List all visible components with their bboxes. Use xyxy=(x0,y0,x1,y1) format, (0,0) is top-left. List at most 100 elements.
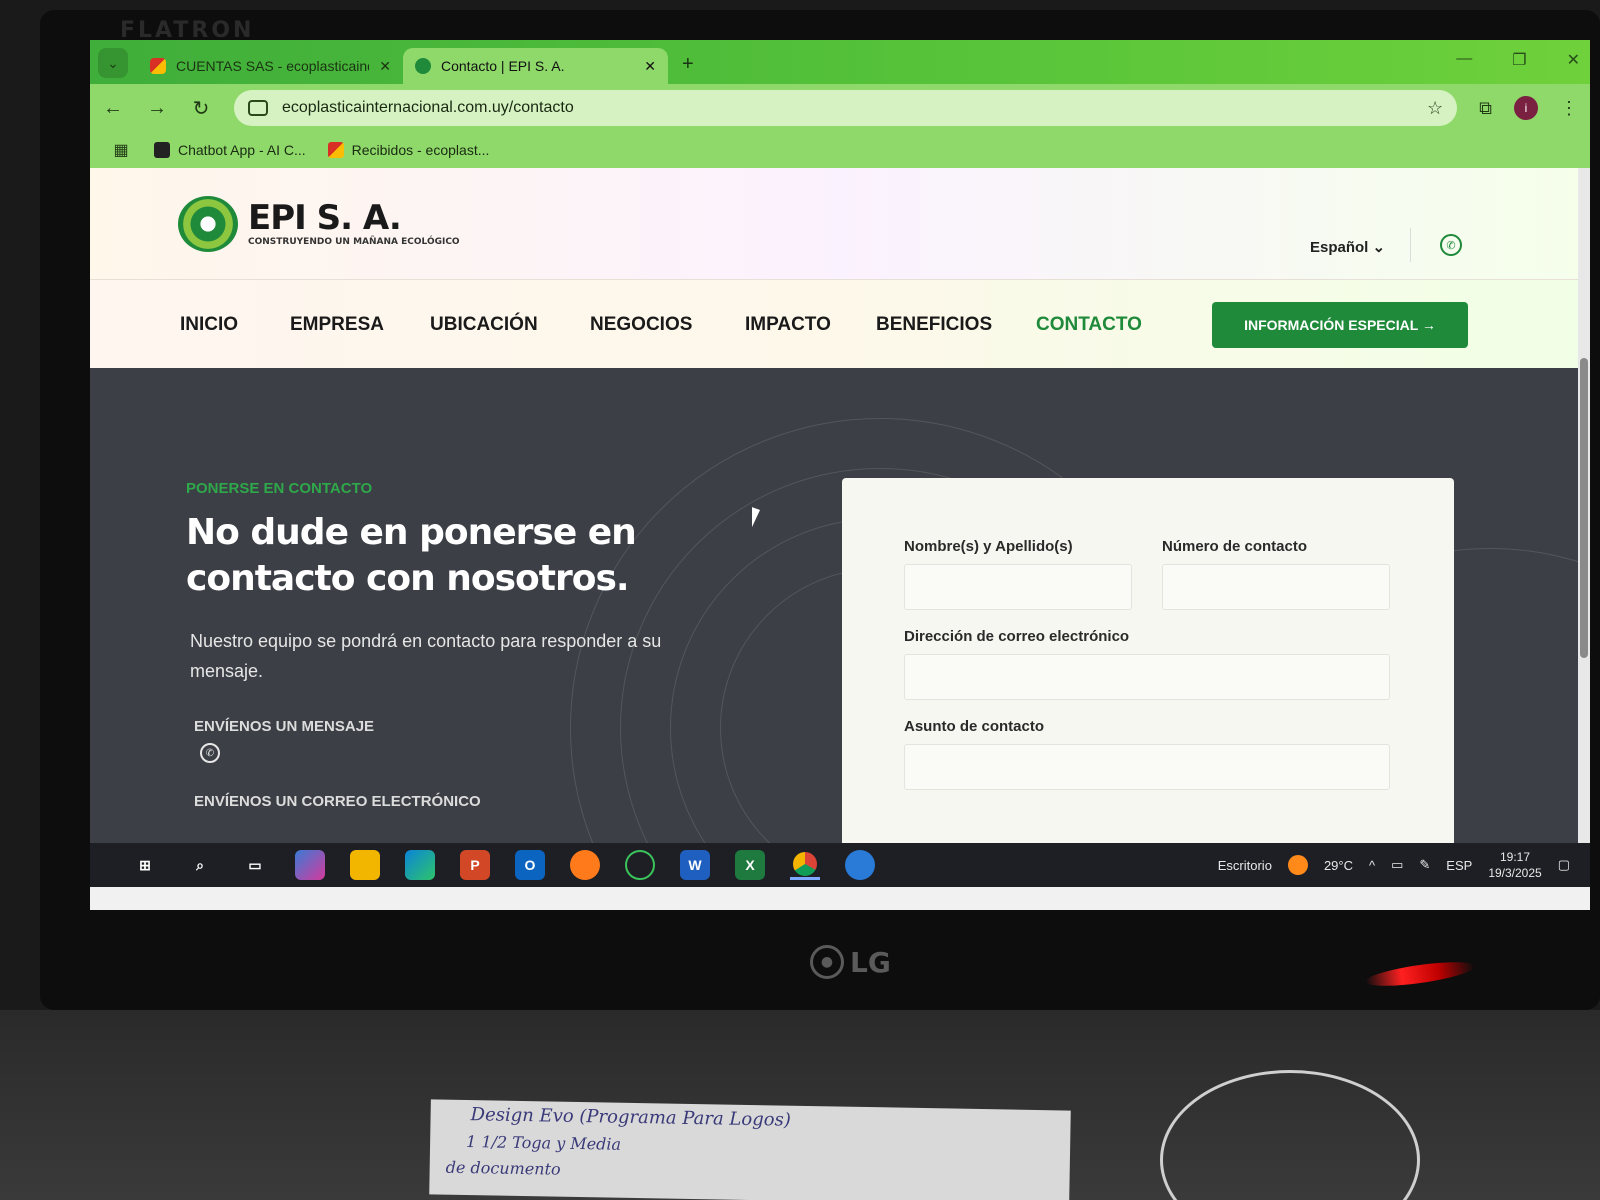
clock-time: 19:17 xyxy=(1499,850,1531,864)
tray-chevron-icon[interactable]: ^ xyxy=(1369,858,1375,873)
language-selector[interactable]: Español ⌄ xyxy=(1310,238,1385,256)
firefox-icon[interactable] xyxy=(570,850,600,880)
edge-icon[interactable] xyxy=(405,850,435,880)
email-field-label: Dirección de correo electrónico xyxy=(904,628,1130,645)
subject-field[interactable] xyxy=(904,744,1390,790)
header-divider xyxy=(1410,228,1411,262)
powerpoint-icon[interactable]: P xyxy=(460,850,490,880)
pen-icon[interactable]: ✎ xyxy=(1419,857,1430,873)
copilot-icon[interactable] xyxy=(295,850,325,880)
excel-icon[interactable]: X xyxy=(735,850,765,880)
gmail-icon xyxy=(327,142,344,158)
tab-title: CUENTAS SAS - ecoplasticaind xyxy=(176,58,370,74)
temperature[interactable]: 29°C xyxy=(1324,858,1353,873)
subject-label: Asunto de contacto xyxy=(904,718,1045,735)
weather-icon[interactable] xyxy=(1287,855,1308,875)
restore-icon[interactable]: ❐ xyxy=(1512,50,1526,70)
desktop-toolbar[interactable]: Escritorio xyxy=(1218,858,1272,873)
input-language[interactable]: ESP xyxy=(1446,858,1472,873)
nav-impacto[interactable]: IMPACTO xyxy=(745,314,831,336)
clock-date: 19/3/2025 xyxy=(1488,866,1542,880)
file-explorer-icon[interactable] xyxy=(350,850,380,880)
bookmark-recibidos[interactable]: Recibidos - ecoplast... xyxy=(327,142,489,158)
network-icon[interactable]: ▭ xyxy=(1391,857,1403,873)
name-label: Nombre(s) y Apellido(s) xyxy=(904,538,1073,555)
hero-heading: No dude en ponerse en contacto con nosot… xyxy=(186,512,637,599)
apps-grid-icon[interactable]: ▦ xyxy=(110,140,132,160)
nav-beneficios[interactable]: BENEFICIOS xyxy=(876,314,992,336)
lg-text: LG xyxy=(850,945,891,979)
app-icon[interactable] xyxy=(845,850,875,880)
gmail-icon xyxy=(150,58,166,74)
screen: ⌄ CUENTAS SAS - ecoplasticaind ✕ Contact… xyxy=(90,40,1590,910)
minimize-icon[interactable]: — xyxy=(1456,50,1472,70)
tab-title: Contacto | EPI S. A. xyxy=(441,58,565,74)
scroll-thumb[interactable] xyxy=(1580,358,1588,658)
phone-label: Número de contacto xyxy=(1162,538,1308,555)
chatbot-icon xyxy=(154,142,170,158)
new-tab-button[interactable]: + xyxy=(668,53,708,84)
bookmarks-bar: ▦ Chatbot App - AI C... Recibidos - ecop… xyxy=(90,132,1590,168)
windows-taskbar: ⊞ ⌕ ▭ P O W X Escritorio 29°C ^ ▭ ✎ ESP … xyxy=(90,843,1590,887)
message-label: ENVÍENOS UN MENSAJE xyxy=(194,718,375,735)
bookmark-star-icon[interactable]: ☆ xyxy=(1427,98,1443,119)
app-icon[interactable] xyxy=(625,850,655,880)
url-text[interactable]: ecoplasticainternacional.com.uy/contacto xyxy=(282,99,1413,117)
clock[interactable]: 19:17 19/3/2025 xyxy=(1488,849,1541,881)
web-page: EPI S. A. CONSTRUYENDO UN MAÑANA ECOLÓGI… xyxy=(90,168,1590,843)
close-icon[interactable]: ✕ xyxy=(379,58,391,75)
windows-start-icon[interactable]: ⊞ xyxy=(130,850,160,880)
hero-lead: Nuestro equipo se pondrá en contacto par… xyxy=(190,631,662,681)
nav-contacto[interactable]: CONTACTO xyxy=(1036,314,1142,336)
note-line-2: 1 1/2 Toga y Media xyxy=(465,1132,622,1154)
menu-icon[interactable]: ⋮ xyxy=(1560,98,1578,119)
back-icon[interactable]: ← xyxy=(102,97,124,120)
contact-form: Nombre(s) y Apellido(s) Número de contac… xyxy=(842,478,1454,843)
close-icon[interactable]: ✕ xyxy=(644,58,656,75)
outlook-icon[interactable]: O xyxy=(515,850,545,880)
name-field[interactable] xyxy=(904,564,1132,610)
tab-contacto[interactable]: Contacto | EPI S. A. ✕ xyxy=(403,48,668,84)
tab-cuentas[interactable]: CUENTAS SAS - ecoplasticaind ✕ xyxy=(138,48,403,84)
email-field[interactable] xyxy=(904,654,1390,700)
nav-empresa[interactable]: EMPRESA xyxy=(290,314,384,336)
page-scrollbar[interactable] xyxy=(1578,168,1590,843)
hero-kicker: PONERSE EN CONTACTO xyxy=(186,480,373,497)
tab-search-button[interactable]: ⌄ xyxy=(98,48,128,78)
chrome-icon[interactable] xyxy=(790,850,820,880)
site-logo[interactable]: EPI S. A. CONSTRUYENDO UN MAÑANA ECOLÓGI… xyxy=(178,196,460,252)
epi-favicon-icon xyxy=(415,58,431,74)
desk-note: Design Evo (Programa Para Logos) 1 1/2 T… xyxy=(429,1099,1071,1200)
notifications-icon[interactable]: ▢ xyxy=(1558,857,1570,873)
phone-field[interactable] xyxy=(1162,564,1390,610)
word-icon[interactable]: W xyxy=(680,850,710,880)
browser-toolbar: ← → ↻ ecoplasticainternacional.com.uy/co… xyxy=(90,84,1590,132)
address-bar[interactable]: ecoplasticainternacional.com.uy/contacto… xyxy=(234,90,1458,126)
logo-name: EPI S. A. xyxy=(248,198,402,238)
nav-inicio[interactable]: INICIO xyxy=(180,314,238,336)
bookmark-label: Chatbot App - AI C... xyxy=(178,142,306,158)
close-window-icon[interactable]: ✕ xyxy=(1567,50,1580,70)
whatsapp-icon[interactable]: ✆ xyxy=(1440,234,1462,256)
reload-icon[interactable]: ↻ xyxy=(190,96,212,121)
system-tray: Escritorio 29°C ^ ▭ ✎ ESP 19:17 19/3/202… xyxy=(1218,843,1570,887)
email-label: ENVÍENOS UN CORREO ELECTRÓNICO xyxy=(194,793,481,810)
informacion-especial-button[interactable]: INFORMACIÓN ESPECIAL → xyxy=(1212,302,1468,348)
bookmark-chatbot[interactable]: Chatbot App - AI C... xyxy=(154,142,306,158)
lg-circle-icon: ● xyxy=(810,945,844,979)
note-line-1: Design Evo (Programa Para Logos) xyxy=(470,1104,792,1131)
nav-negocios[interactable]: NEGOCIOS xyxy=(590,314,692,336)
whatsapp-icon[interactable]: ✆ xyxy=(200,743,220,763)
main-nav: INICIO EMPRESA UBICACIÓN NEGOCIOS IMPACT… xyxy=(90,280,1590,368)
nav-ubicacion[interactable]: UBICACIÓN xyxy=(430,314,538,336)
task-view-icon[interactable]: ▭ xyxy=(240,850,270,880)
site-header: EPI S. A. CONSTRUYENDO UN MAÑANA ECOLÓGI… xyxy=(90,168,1590,280)
window-controls: — ❐ ✕ xyxy=(1456,50,1580,70)
site-info-icon[interactable] xyxy=(248,100,268,116)
extensions-icon[interactable]: ⧉ xyxy=(1479,98,1492,119)
profile-avatar[interactable]: i xyxy=(1514,96,1538,120)
epi-logo-icon xyxy=(178,196,238,252)
forward-icon[interactable]: → xyxy=(146,97,168,120)
search-icon[interactable]: ⌕ xyxy=(185,850,215,880)
logo-tagline: CONSTRUYENDO UN MAÑANA ECOLÓGICO xyxy=(248,237,460,247)
